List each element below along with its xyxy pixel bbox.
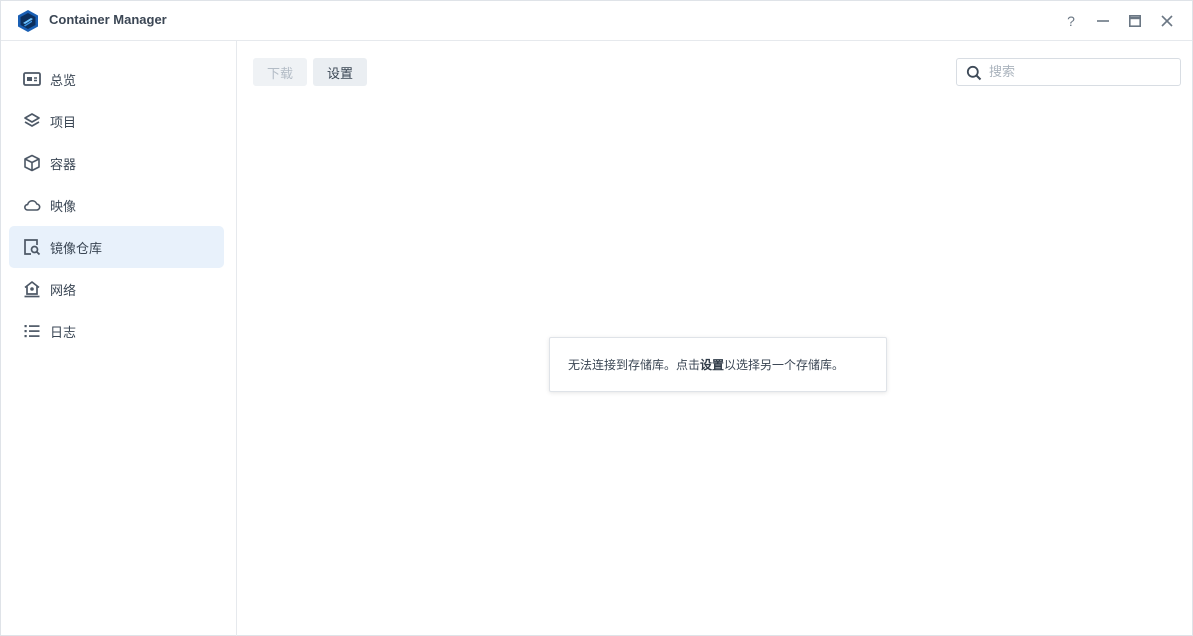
sidebar-item-label: 容器 [50, 158, 77, 173]
message-text-before: 无法连接到存储库。点击 [568, 358, 701, 372]
search-input[interactable] [989, 62, 1174, 82]
maximize-button[interactable] [1122, 10, 1148, 32]
sidebar-item-label: 网络 [50, 284, 77, 299]
list-icon [23, 322, 41, 340]
registry-search-icon [23, 238, 41, 256]
app-window: Container Manager ? 总览 项目 容器 映像 镜像仓库 网络 … [0, 0, 1193, 636]
sidebar-item-images[interactable]: 映像 [9, 184, 224, 226]
layers-icon [23, 112, 41, 130]
overview-icon [23, 70, 41, 88]
sidebar-item-label: 镜像仓库 [50, 242, 103, 257]
minimize-button[interactable] [1090, 10, 1116, 32]
settings-button[interactable]: 设置 [313, 58, 367, 86]
sidebar: 总览 项目 容器 映像 镜像仓库 网络 日志 [1, 41, 237, 636]
sidebar-item-registry[interactable]: 镜像仓库 [9, 226, 224, 268]
help-button[interactable]: ? [1058, 10, 1084, 32]
search-box[interactable] [956, 58, 1181, 86]
download-button[interactable]: 下载 [253, 58, 307, 86]
sidebar-item-label: 总览 [50, 74, 77, 89]
toolbar: 下载 设置 [253, 58, 367, 86]
sidebar-item-overview[interactable]: 总览 [9, 58, 224, 100]
cube-icon [23, 154, 41, 172]
sidebar-item-projects[interactable]: 项目 [9, 100, 224, 142]
sidebar-item-label: 项目 [50, 116, 77, 131]
message-text-after: 以选择另一个存储库。 [724, 358, 845, 372]
sidebar-item-label: 日志 [50, 326, 77, 341]
message-settings-link[interactable]: 设置 [700, 356, 724, 373]
close-icon [1161, 15, 1173, 27]
minimize-icon [1097, 20, 1109, 22]
sidebar-item-label: 映像 [50, 200, 77, 215]
cloud-icon [23, 196, 41, 214]
connection-error-message: 无法连接到存储库。点击 设置 以选择另一个存储库。 [549, 337, 887, 392]
sidebar-item-network[interactable]: 网络 [9, 268, 224, 310]
search-icon [966, 65, 982, 81]
maximize-icon [1129, 15, 1141, 27]
network-icon [23, 280, 41, 298]
sidebar-item-containers[interactable]: 容器 [9, 142, 224, 184]
title-bar: Container Manager ? [1, 1, 1192, 41]
sidebar-item-logs[interactable]: 日志 [9, 310, 224, 352]
window-controls: ? [1058, 10, 1180, 32]
app-title: Container Manager [49, 12, 167, 27]
help-icon: ? [1067, 13, 1075, 29]
container-manager-logo-icon [16, 9, 40, 33]
close-button[interactable] [1154, 10, 1180, 32]
